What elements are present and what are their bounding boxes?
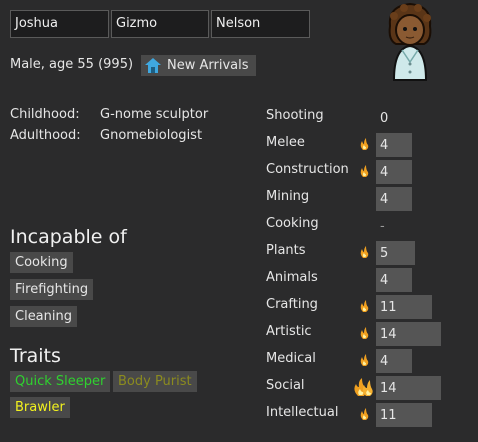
- skill-level-value: 5: [380, 246, 389, 261]
- skill-name: Shooting: [266, 108, 324, 123]
- faction-label: New Arrivals: [167, 58, 249, 73]
- skill-level-value: 11: [380, 300, 397, 315]
- skill-level-value: -: [380, 219, 385, 234]
- faction-home-icon: [145, 58, 161, 73]
- adulthood-value[interactable]: Gnomebiologist: [100, 128, 202, 143]
- incapable-title: Incapable of: [10, 226, 127, 248]
- skill-level-value: 4: [380, 192, 389, 207]
- skill-level-value: 4: [380, 138, 389, 153]
- skill-name: Plants: [266, 243, 306, 258]
- childhood-label: Childhood:: [10, 107, 80, 122]
- skill-level-value: 0: [380, 111, 389, 126]
- skill-name: Mining: [266, 189, 310, 204]
- incapable-item[interactable]: Cooking: [10, 252, 73, 273]
- trait-item[interactable]: Brawler: [10, 397, 70, 418]
- trait-item[interactable]: Body Purist: [113, 371, 197, 392]
- nickname-field[interactable]: Gizmo: [111, 10, 209, 38]
- skill-level-value: 11: [380, 408, 397, 423]
- skill-name: Social: [266, 378, 305, 393]
- skill-name: Medical: [266, 351, 316, 366]
- skill-level-value: 4: [380, 165, 389, 180]
- skill-name: Crafting: [266, 297, 318, 312]
- skill-level-value: 14: [380, 381, 397, 396]
- pawn-portrait-icon: [388, 2, 432, 81]
- traits-title: Traits: [10, 345, 61, 367]
- incapable-item[interactable]: Cleaning: [10, 306, 77, 327]
- skill-level-value: 4: [380, 354, 389, 369]
- skill-name: Melee: [266, 135, 305, 150]
- childhood-value[interactable]: G-nome sculptor: [100, 107, 208, 122]
- pawn-summary: Male, age 55 (995): [10, 57, 134, 72]
- adulthood-label: Adulthood:: [10, 128, 81, 143]
- pawn-portrait: [380, 2, 440, 84]
- first-name-field[interactable]: Joshua: [10, 10, 109, 38]
- skill-level-value: 14: [380, 327, 397, 342]
- skill-level-value: 4: [380, 273, 389, 288]
- incapable-item[interactable]: Firefighting: [10, 279, 94, 300]
- skill-name: Animals: [266, 270, 318, 285]
- last-name-field[interactable]: Nelson: [211, 10, 310, 38]
- skill-name: Intellectual: [266, 405, 339, 420]
- skill-name: Cooking: [266, 216, 319, 231]
- skill-name: Artistic: [266, 324, 312, 339]
- faction-button[interactable]: New Arrivals: [141, 55, 256, 76]
- skill-name: Construction: [266, 162, 349, 177]
- trait-item[interactable]: Quick Sleeper: [10, 371, 111, 392]
